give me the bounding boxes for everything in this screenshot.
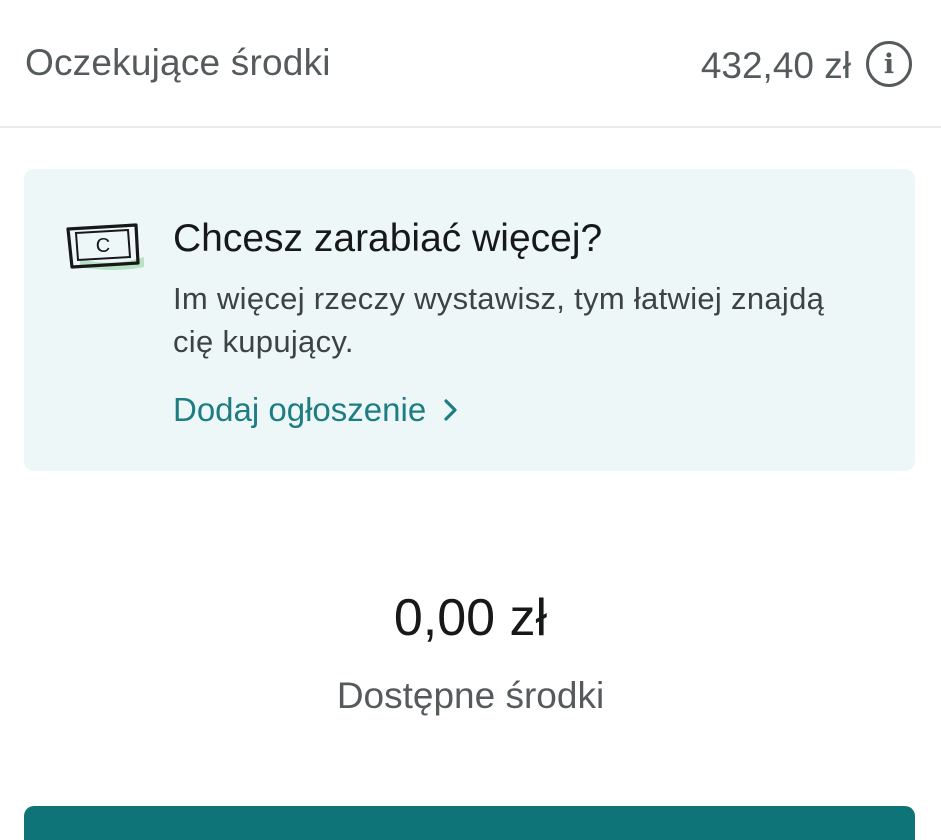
available-funds-label: Dostępne środki: [336, 675, 605, 716]
chevron-right-icon: [444, 399, 457, 421]
info-icon[interactable]: i: [866, 41, 912, 87]
add-listing-link[interactable]: Dodaj ogłoszenie: [173, 391, 464, 429]
promo-title: Chcesz zarabiać więcej?: [173, 217, 603, 260]
money-note-letter: C: [96, 235, 110, 257]
money-note-icon: C: [66, 223, 144, 270]
balance-screen: Oczekujące środki 432,40 zł i C Chcesz z…: [0, 0, 941, 840]
earn-more-card: C Chcesz zarabiać więcej? Im więcej rzec…: [24, 169, 915, 471]
available-funds-amount: 0,00 zł: [393, 589, 548, 647]
add-listing-label: Dodaj ogłoszenie: [173, 391, 427, 428]
pending-funds-label: Oczekujące środki: [25, 42, 331, 83]
promo-description: Im więcej rzeczy wystawisz, tym łatwiej …: [173, 281, 825, 359]
primary-action-button[interactable]: [24, 806, 915, 840]
pending-funds-row: Oczekujące środki 432,40 zł i: [0, 0, 941, 128]
pending-funds-amount: 432,40 zł: [700, 45, 851, 86]
